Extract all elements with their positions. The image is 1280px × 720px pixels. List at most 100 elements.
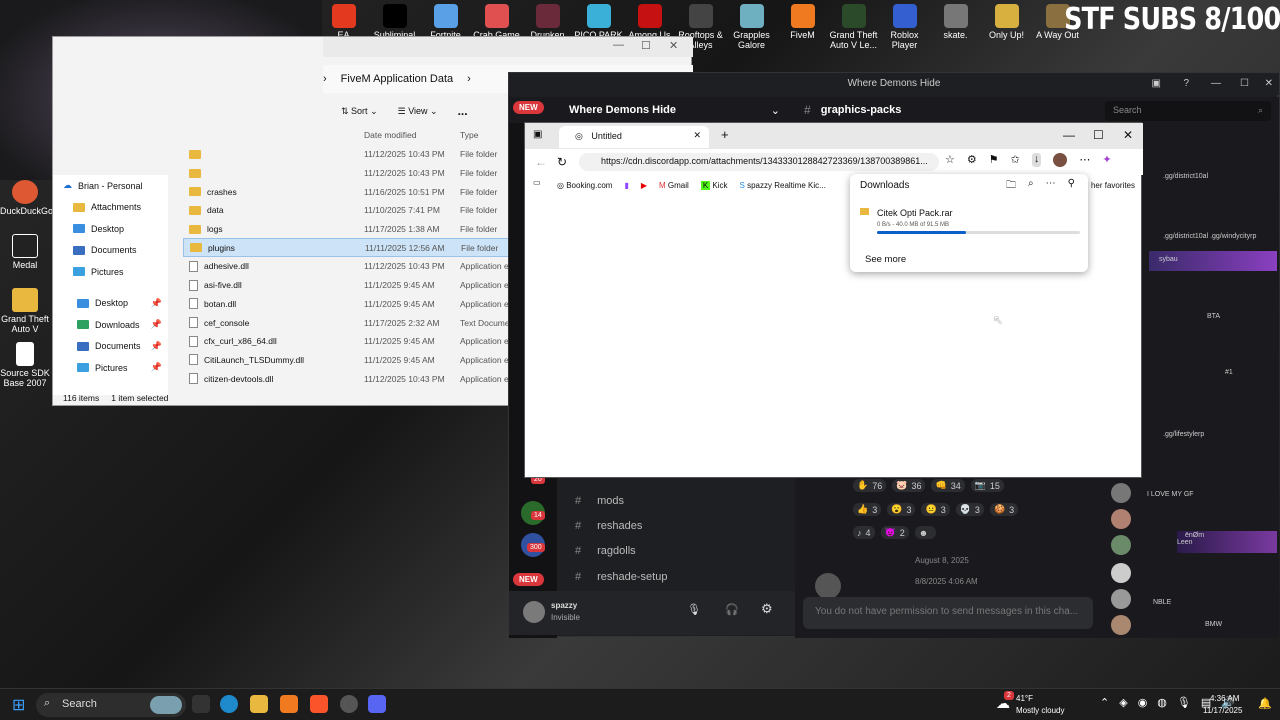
chevron-up-icon[interactable]: ⌃ [1100, 696, 1109, 709]
see-more-link[interactable]: See more [865, 254, 906, 265]
close-button[interactable]: ✕ [1265, 73, 1273, 95]
tray-app-icon[interactable]: ◍ [1157, 696, 1167, 709]
more-icon[interactable]: ⋯ [1046, 178, 1056, 195]
extensions-icon[interactable]: ⚙ [967, 153, 977, 167]
weather-temp[interactable]: 41°F [1016, 694, 1033, 703]
headphones-icon[interactable]: 🎧 [725, 603, 739, 616]
maximize-button[interactable]: ☐ [1093, 128, 1104, 142]
close-button[interactable]: ✕ [1123, 128, 1133, 142]
tray-app-icon[interactable]: ◈ [1119, 696, 1127, 709]
quick-access-pictures[interactable]: Pictures 📌 [53, 357, 168, 379]
microphone-icon[interactable]: 🎙 [687, 603, 701, 616]
help-icon[interactable]: ? [1183, 73, 1189, 95]
desktop-icon-10[interactable]: Grand Theft Auto V Le... [828, 0, 879, 52]
inbox-icon[interactable]: ▣ [1152, 73, 1161, 95]
quick-access-desktop[interactable]: Desktop 📌 [53, 293, 168, 315]
twitch-icon[interactable]: ▮ [624, 181, 628, 190]
discord-icon[interactable] [368, 695, 386, 713]
weather-desc[interactable]: Mostly cloudy [1016, 706, 1064, 715]
desktop-icon-gta[interactable]: Grand Theft Auto V [0, 288, 50, 334]
minimize-button[interactable]: — [1063, 128, 1075, 142]
desktop-icon-13[interactable]: Only Up! [981, 0, 1032, 52]
avatar[interactable] [1111, 615, 1131, 635]
avatar[interactable] [1111, 483, 1131, 503]
nav-item-documents[interactable]: Documents [53, 240, 168, 262]
desktop-icon-duckduckgo[interactable]: DuckDuckGo [0, 180, 53, 216]
avatar[interactable] [523, 601, 545, 623]
back-icon[interactable]: ← [535, 155, 547, 169]
avatar[interactable] [815, 573, 841, 599]
avatar[interactable] [1111, 509, 1131, 529]
favorite-kick[interactable]: K Kick [700, 180, 728, 190]
clock-date[interactable]: 11/17/2025 [1203, 706, 1242, 715]
server-name[interactable]: Where Demons Hide ⌄ [509, 104, 794, 117]
task-view-icon[interactable] [192, 695, 210, 713]
more-menu-icon[interactable]: ⋯ [1079, 153, 1090, 167]
desktop-icon-8[interactable]: Grapples Galore [726, 0, 777, 52]
microphone-icon[interactable]: 🎙 [1177, 696, 1191, 709]
reaction-button[interactable]: 👊 34 [931, 479, 965, 492]
settings-gear-icon[interactable]: ⚙ [761, 601, 773, 617]
desktop-icon-9[interactable]: FiveM [777, 0, 828, 52]
avatar[interactable] [1111, 589, 1131, 609]
tab-untitled[interactable]: ◎ Untitled ✕ [559, 126, 709, 148]
favorite-gmail[interactable]: M Gmail [659, 181, 689, 190]
search-input[interactable]: Search ⌕ [1105, 101, 1271, 121]
edge-icon[interactable] [220, 695, 238, 713]
maximize-button[interactable]: ☐ [1240, 73, 1249, 95]
windows-start-icon[interactable]: ⊞ [12, 695, 25, 715]
copilot-icon[interactable]: ✦ [1102, 153, 1111, 167]
sort-button[interactable]: ⇅ Sort ⌄ [341, 106, 378, 117]
desktop-icon-12[interactable]: skate. [930, 0, 981, 52]
quick-access-documents[interactable]: Documents 📌 [53, 336, 168, 358]
reaction-button[interactable]: 🍪 3 [989, 503, 1019, 516]
open-folder-icon[interactable]: 🗀 [1006, 178, 1016, 195]
channel-mods[interactable]: # mods [575, 495, 624, 507]
reaction-button[interactable]: 😈 2 [880, 526, 909, 539]
search-icon[interactable]: ⌕ [1028, 178, 1034, 195]
reaction-button[interactable]: ♪ 4 [853, 526, 875, 539]
nav-item-onedrive[interactable]: ☁ Brian - Personal [53, 175, 168, 197]
avatar[interactable] [1111, 535, 1131, 555]
profile-avatar[interactable] [1053, 153, 1068, 167]
breadcrumb-item[interactable]: FiveM Application Data [341, 73, 454, 85]
refresh-icon[interactable]: ↻ [557, 155, 567, 169]
more-button[interactable]: ... [458, 104, 468, 118]
favorite-star-icon[interactable]: ☆ [945, 153, 955, 167]
reading-icon[interactable]: ▭ [533, 178, 541, 187]
favorite-booking[interactable]: ◎ Booking.com [557, 181, 612, 190]
url-input[interactable]: https://cdn.discordapp.com/attachments/1… [579, 153, 939, 171]
reaction-button[interactable]: 😐 3 [921, 503, 950, 516]
quick-access-downloads[interactable]: Downloads 📌 [53, 314, 168, 336]
nav-item-attachments[interactable]: Attachments [53, 197, 168, 219]
tray-app-icon[interactable]: ◉ [1138, 696, 1148, 709]
reaction-button[interactable]: 😮 3 [887, 503, 916, 516]
desktop-icon-11[interactable]: Roblox Player [879, 0, 930, 52]
reaction-button[interactable]: 💀 3 [955, 503, 984, 516]
downloads-icon[interactable]: ↓ [1031, 153, 1042, 167]
tab-actions-icon[interactable]: ▣ [533, 129, 542, 140]
avatar[interactable] [1111, 563, 1131, 583]
minimize-button[interactable]: — [1211, 73, 1221, 95]
reaction-button[interactable]: ✋ 76 [853, 479, 887, 492]
app-icon[interactable] [340, 695, 358, 713]
channel-ragdolls[interactable]: # ragdolls [575, 545, 636, 557]
clock-time[interactable]: 4:36 AM [1210, 694, 1239, 703]
reaction-button[interactable]: 🐷 36 [892, 479, 926, 492]
reaction-button[interactable]: ☻ [914, 526, 937, 539]
youtube-icon[interactable]: ▶ [641, 181, 647, 190]
download-filename[interactable]: Citek Opti Pack.rar [877, 208, 953, 218]
brave-icon[interactable] [310, 695, 328, 713]
new-tab-button[interactable]: + [721, 127, 729, 142]
channel-reshades[interactable]: # reshades [575, 520, 642, 532]
close-button[interactable]: ✕ [669, 39, 678, 52]
close-tab-icon[interactable]: ✕ [693, 130, 701, 141]
column-date-modified[interactable]: Date modified [364, 130, 460, 140]
channel-reshade-setup[interactable]: # reshade-setup [575, 571, 667, 583]
maximize-button[interactable]: ☐ [641, 39, 651, 52]
reaction-button[interactable]: 📷 15 [970, 479, 1004, 492]
pin-icon[interactable]: ⚲ [1068, 178, 1075, 195]
reaction-button[interactable]: 👍 3 [853, 503, 882, 516]
other-favorites[interactable]: her favorites [1091, 181, 1143, 190]
taskbar-search[interactable]: ⌕ Search [36, 693, 186, 717]
